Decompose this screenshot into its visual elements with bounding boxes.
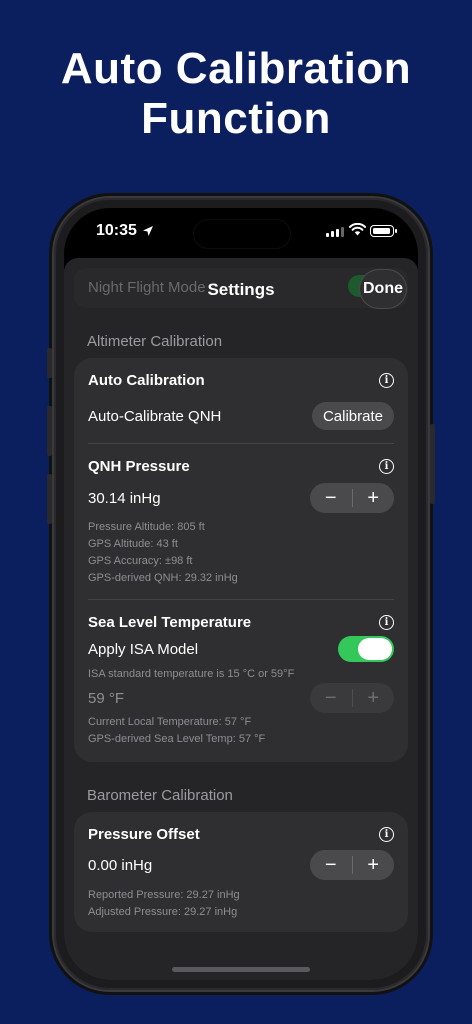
auto-calibration-title: Auto Calibration bbox=[88, 371, 205, 389]
sea-level-temp-info-icon[interactable]: i bbox=[379, 614, 394, 630]
qnh-value: 30.14 inHg bbox=[88, 489, 161, 507]
qnh-header: QNH Pressure i bbox=[88, 456, 394, 476]
isa-note: ISA standard temperature is 15 °C or 59°… bbox=[88, 668, 295, 680]
calibrate-button[interactable]: Calibrate bbox=[311, 402, 394, 430]
status-time: 10:35 bbox=[96, 222, 137, 239]
adjusted-pressure-text: Adjusted Pressure: 29.27 inHg bbox=[88, 906, 238, 918]
pressure-offset-title: Pressure Offset bbox=[88, 825, 200, 843]
phone-frame: 10:35 Night Flight Mode Settings Done Al… bbox=[47, 198, 435, 990]
reported-pressure-text: Reported Pressure: 29.27 inHg bbox=[88, 889, 240, 901]
qnh-value-row: 30.14 inHg − + bbox=[88, 482, 394, 514]
pressure-offset-increment-button[interactable]: + bbox=[353, 850, 395, 880]
pressure-offset-stepper: − + bbox=[310, 850, 394, 880]
qnh-decrement-button[interactable]: − bbox=[310, 483, 352, 513]
dynamic-island bbox=[194, 220, 290, 248]
sea-level-temp-header: Sea Level Temperature i bbox=[88, 612, 394, 632]
auto-calibrate-qnh-label: Auto-Calibrate QNH bbox=[88, 407, 222, 425]
temperature-increment-button[interactable]: + bbox=[353, 683, 395, 713]
location-arrow-icon bbox=[143, 226, 153, 236]
temperature-value: 59 °F bbox=[88, 689, 125, 707]
auto-calibrate-qnh-row: Auto-Calibrate QNH Calibrate bbox=[88, 400, 394, 432]
promo-title-line-2: Function bbox=[141, 94, 331, 143]
apply-isa-toggle[interactable] bbox=[338, 636, 394, 662]
pressure-offset-decrement-button[interactable]: − bbox=[310, 850, 352, 880]
apply-isa-label: Apply ISA Model bbox=[88, 640, 199, 658]
pressure-offset-info-icon[interactable]: i bbox=[379, 826, 394, 842]
battery-icon bbox=[370, 225, 397, 237]
home-indicator[interactable] bbox=[172, 967, 310, 972]
pressure-altitude-text: Pressure Altitude: 805 ft bbox=[88, 521, 205, 533]
qnh-increment-button[interactable]: + bbox=[353, 483, 395, 513]
barometer-card: Pressure Offset i 0.00 inHg − + Reported… bbox=[74, 812, 408, 932]
auto-calibration-info-icon[interactable]: i bbox=[379, 372, 394, 388]
gps-derived-qnh-text: GPS-derived QNH: 29.32 inHg bbox=[88, 572, 238, 584]
altimeter-section-header: Altimeter Calibration bbox=[87, 333, 223, 350]
toggle-knob bbox=[358, 638, 392, 660]
qnh-info-icon[interactable]: i bbox=[379, 458, 394, 474]
action-button bbox=[47, 348, 52, 378]
wifi-icon bbox=[349, 223, 366, 236]
pressure-offset-details: Reported Pressure: 29.27 inHg Adjusted P… bbox=[88, 887, 240, 921]
barometer-section-header: Barometer Calibration bbox=[87, 787, 233, 804]
current-local-temp-text: Current Local Temperature: 57 °F bbox=[88, 716, 252, 728]
auto-calibration-header: Auto Calibration i bbox=[88, 370, 394, 390]
promo-title: Auto Calibration Function bbox=[0, 44, 472, 144]
gps-altitude-text: GPS Altitude: 43 ft bbox=[88, 538, 178, 550]
settings-sheet: Night Flight Mode Settings Done Altimete… bbox=[64, 258, 418, 980]
promo-title-line-1: Auto Calibration bbox=[60, 44, 412, 93]
gps-accuracy-text: GPS Accuracy: ±98 ft bbox=[88, 555, 193, 567]
cellular-signal-icon bbox=[326, 227, 344, 237]
done-button[interactable]: Done bbox=[360, 270, 406, 308]
temperature-details: Current Local Temperature: 57 °F GPS-der… bbox=[88, 714, 265, 748]
volume-down-button bbox=[47, 474, 52, 524]
temperature-value-row: 59 °F − + bbox=[88, 682, 394, 714]
qnh-stepper: − + bbox=[310, 483, 394, 513]
power-button bbox=[430, 424, 435, 504]
temperature-stepper: − + bbox=[310, 683, 394, 713]
qnh-details: Pressure Altitude: 805 ft GPS Altitude: … bbox=[88, 519, 238, 587]
qnh-title: QNH Pressure bbox=[88, 457, 190, 475]
sea-level-temp-title: Sea Level Temperature bbox=[88, 613, 252, 631]
pressure-offset-value: 0.00 inHg bbox=[88, 856, 153, 874]
phone-screen: 10:35 Night Flight Mode Settings Done Al… bbox=[64, 208, 418, 980]
volume-up-button bbox=[47, 406, 52, 456]
temperature-decrement-button[interactable]: − bbox=[310, 683, 352, 713]
divider bbox=[88, 443, 394, 444]
divider bbox=[88, 599, 394, 600]
apply-isa-row: Apply ISA Model bbox=[88, 635, 394, 663]
altimeter-card: Auto Calibration i Auto-Calibrate QNH Ca… bbox=[74, 358, 408, 762]
pressure-offset-header: Pressure Offset i bbox=[88, 824, 394, 844]
gps-sea-level-temp-text: GPS-derived Sea Level Temp: 57 °F bbox=[88, 733, 266, 745]
pressure-offset-value-row: 0.00 inHg − + bbox=[88, 849, 394, 881]
status-bar: 10:35 bbox=[64, 208, 418, 256]
